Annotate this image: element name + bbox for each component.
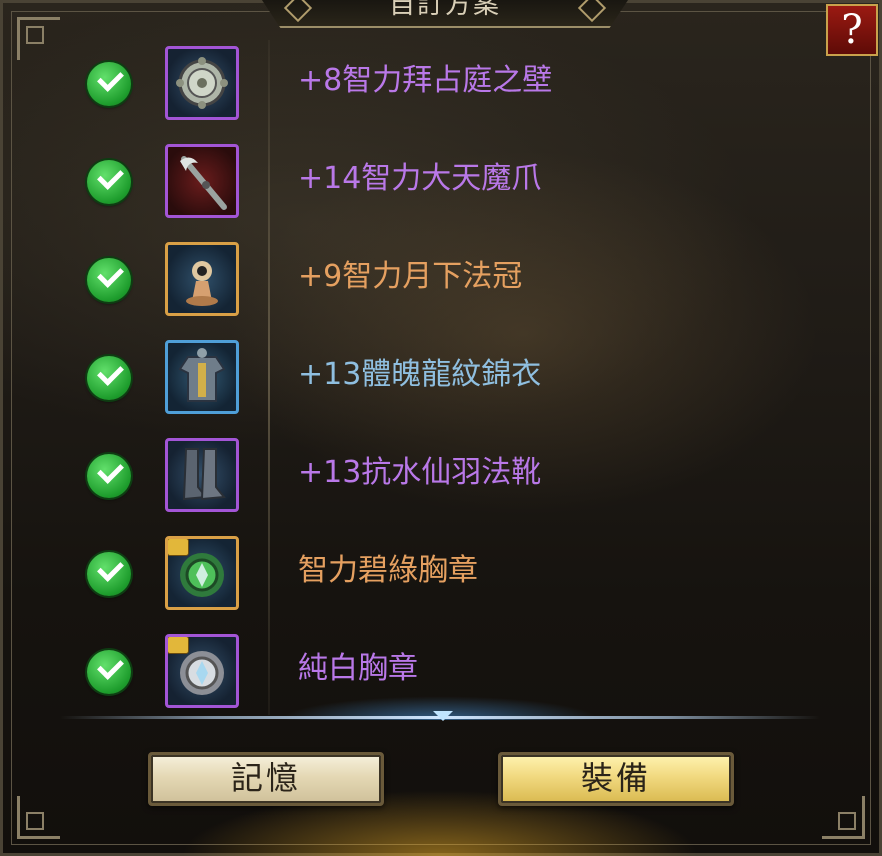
diamond-ornament-icon	[283, 0, 313, 23]
corner-ornament	[822, 796, 865, 839]
item-name: 智力碧綠胸章	[298, 553, 478, 588]
scroll-down-arrow-icon[interactable]	[433, 711, 453, 721]
equipment-row[interactable]: +8智力拜占庭之壁	[0, 36, 800, 132]
claw-weapon-icon	[168, 156, 236, 215]
item-name: +9智力月下法冠	[298, 259, 523, 294]
checkmark-icon[interactable]	[87, 258, 131, 302]
help-button[interactable]: ?	[826, 4, 878, 56]
item-slot[interactable]	[165, 438, 239, 512]
item-slot[interactable]	[165, 340, 239, 414]
item-name: +14智力大天魔爪	[298, 161, 542, 196]
item-slot[interactable]	[165, 46, 239, 120]
checkmark-icon[interactable]	[87, 356, 131, 400]
item-name: +8智力拜占庭之壁	[298, 63, 553, 98]
item-slot[interactable]	[165, 242, 239, 316]
checkmark-icon[interactable]	[87, 454, 131, 498]
checkmark-icon[interactable]	[87, 552, 131, 596]
armor-icon	[168, 348, 236, 411]
item-slot[interactable]	[165, 144, 239, 218]
equipment-row[interactable]: +14智力大天魔爪	[0, 134, 800, 230]
equipment-row[interactable]: +13抗水仙羽法靴	[0, 428, 800, 524]
equipment-row[interactable]: +9智力月下法冠	[0, 232, 800, 328]
item-name: 純白胸章	[298, 651, 418, 686]
hat-icon	[168, 261, 236, 313]
lock-icon	[168, 539, 189, 556]
white-badge-icon	[168, 651, 236, 705]
item-slot[interactable]	[165, 536, 239, 610]
item-name: +13體魄龍紋錦衣	[298, 357, 542, 392]
lock-icon	[168, 637, 189, 654]
checkmark-icon[interactable]	[87, 62, 131, 106]
equipment-row[interactable]: 智力碧綠胸章	[0, 526, 800, 622]
shield-icon	[168, 57, 236, 117]
diamond-ornament-icon	[577, 0, 607, 23]
checkmark-icon[interactable]	[87, 650, 131, 694]
equipment-row[interactable]: +13體魄龍紋錦衣	[0, 330, 800, 426]
corner-ornament	[17, 796, 60, 839]
boots-icon	[168, 448, 236, 509]
checkmark-icon[interactable]	[87, 160, 131, 204]
equip-button[interactable]: 裝備	[498, 752, 734, 806]
memo-button[interactable]: 記憶	[148, 752, 384, 806]
green-badge-icon	[168, 553, 236, 607]
item-slot[interactable]	[165, 634, 239, 708]
panel-title: 自訂方案	[388, 0, 501, 20]
title-plate: 自訂方案	[258, 0, 632, 28]
item-name: +13抗水仙羽法靴	[298, 455, 542, 490]
